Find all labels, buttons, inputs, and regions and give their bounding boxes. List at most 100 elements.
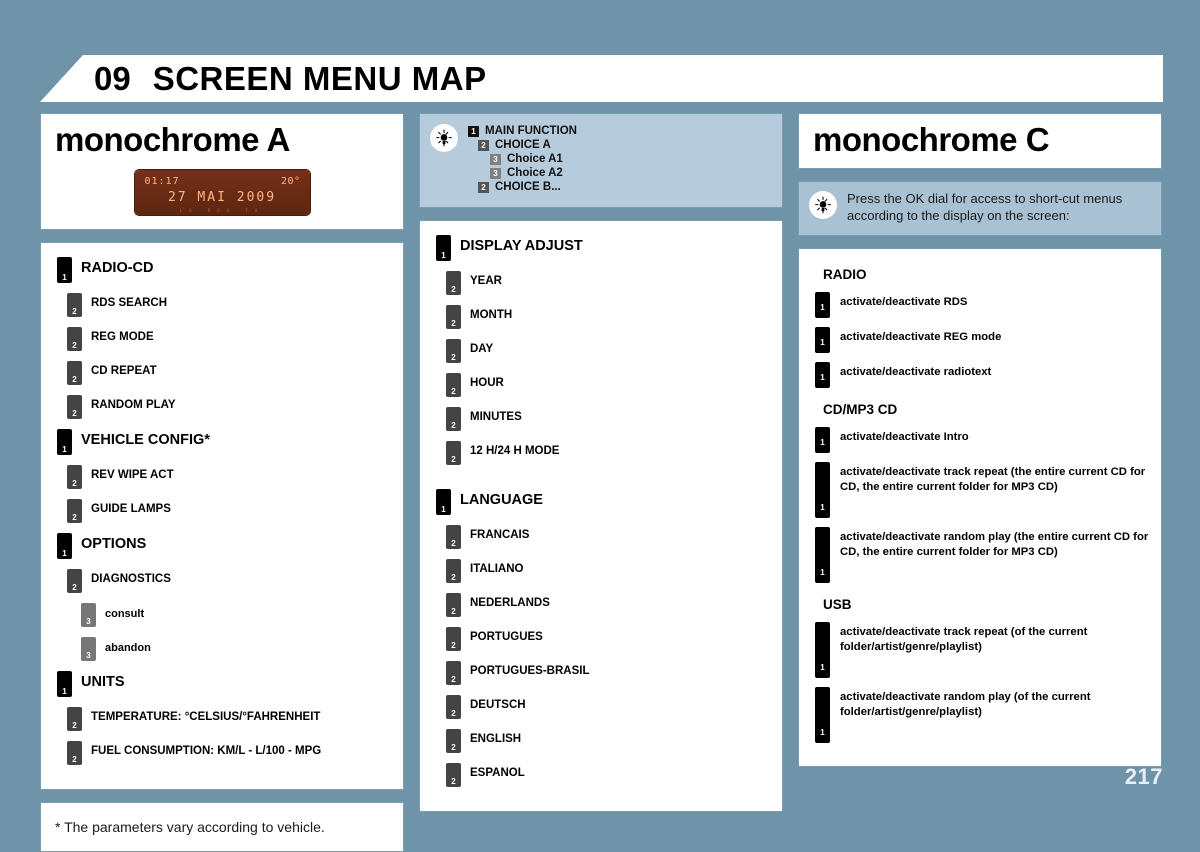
menu-level-badge: 2 — [446, 441, 461, 465]
chapter-number: 09 — [94, 59, 131, 97]
menu-level-badge: 2 — [446, 373, 461, 397]
menu-item-label: abandon — [105, 642, 151, 655]
menu-level-badge: 2 — [67, 569, 82, 594]
legend-level-badge: 2 — [478, 139, 489, 151]
menu-item-level-1[interactable]: 1 LANGUAGE — [436, 489, 770, 515]
menu-item-level-1[interactable]: 1 UNITS — [57, 671, 391, 698]
menu-level-badge: 2 — [446, 407, 461, 431]
menu-item-level-2[interactable]: 2 REV WIPE ACT — [67, 465, 391, 490]
section-heading: RADIO — [823, 266, 867, 282]
legend-item-label: CHOICE B... — [495, 181, 561, 193]
shortcut-item[interactable]: 1 activate/deactivate radiotext — [815, 361, 1149, 388]
section-heading: CD/MP3 CD — [823, 401, 898, 417]
menu-item-level-2[interactable]: 2 DAY — [446, 339, 770, 363]
menu-level-badge: 2 — [67, 327, 82, 352]
menu-item-level-2[interactable]: 2 NEDERLANDS — [446, 593, 770, 617]
legend-item: 1 MAIN FUNCTION — [468, 125, 577, 137]
menu-level-badge: 2 — [446, 763, 461, 787]
shortcut-item[interactable]: 1 activate/deactivate track repeat (of th… — [815, 621, 1149, 678]
menu-item-level-2[interactable]: 2 CD REPEAT — [67, 361, 391, 386]
menu-item-label: PORTUGUES — [470, 631, 543, 643]
menu-item-label: RANDOM PLAY — [91, 399, 176, 412]
menu-item-level-2[interactable]: 2 12 H/24 H MODE — [446, 441, 770, 465]
shortcut-item[interactable]: 1 activate/deactivate RDS — [815, 291, 1149, 318]
menu-level-badge: 2 — [446, 271, 461, 295]
menu-item-label: RDS SEARCH — [91, 297, 168, 310]
menu-item-label: YEAR — [470, 275, 502, 287]
menu-item-level-1[interactable]: 1 OPTIONS — [57, 533, 391, 560]
column-monochrome-a: monochrome A 01:17 20° 27 MAI 2009 LO RD… — [40, 113, 404, 852]
menu-level-badge: 2 — [67, 465, 82, 490]
legend-level-badge: 3 — [490, 167, 501, 179]
menu-item-level-2[interactable]: 2 RANDOM PLAY — [67, 395, 391, 420]
legend-level-badge: 2 — [478, 181, 489, 193]
shortcut-menu-list: RADIO 1 activate/deactivate RDS 1 activate/d… — [798, 247, 1162, 767]
menu-item-level-2[interactable]: 2 ITALIANO — [446, 559, 770, 583]
legend-item: 2 CHOICE A — [468, 139, 577, 151]
menu-level-badge: 2 — [67, 741, 82, 766]
menu-item-level-2[interactable]: 2 RDS SEARCH — [67, 293, 391, 318]
menu-item-level-2[interactable]: 2 ENGLISH — [446, 729, 770, 753]
shortcut-item[interactable]: 1 activate/deactivate REG mode — [815, 326, 1149, 353]
legend-item-label: Choice A2 — [507, 167, 563, 179]
monochrome-c-title: monochrome C — [813, 121, 1050, 158]
shortcut-level-badge: 1 — [815, 686, 830, 743]
shortcut-item[interactable]: 1 activate/deactivate track repeat (the e… — [815, 461, 1149, 518]
menu-item-level-2[interactable]: 2 FRANCAIS — [446, 525, 770, 549]
menu-item-level-3[interactable]: 3 consult — [81, 603, 391, 628]
menu-item-level-2[interactable]: 2 ESPANOL — [446, 763, 770, 787]
menu-item-level-2[interactable]: 2 YEAR — [446, 271, 770, 295]
menu-level-badge: 2 — [446, 627, 461, 651]
menu-item-level-1[interactable]: 1 VEHICLE CONFIG* — [57, 429, 391, 456]
lcd-status-indicators: LO RDS TA — [179, 208, 265, 214]
menu-item-label: DEUTSCH — [470, 699, 526, 711]
light-bulb-icon — [430, 124, 458, 152]
lcd-display-wrapper: 01:17 20° 27 MAI 2009 LO RDS TA — [55, 170, 389, 216]
settings-menu-tree: 1 DISPLAY ADJUST 2 YEAR 2 MONTH 2 DAY 2 HOUR 2 MINU… — [419, 220, 783, 812]
menu-item-label: GUIDE LAMPS — [91, 503, 171, 516]
shortcut-item-label: activate/deactivate RDS — [840, 295, 968, 308]
menu-level-badge: 2 — [446, 559, 461, 583]
shortcut-item[interactable]: 1 activate/deactivate random play (of the… — [815, 686, 1149, 743]
menu-item-level-2[interactable]: 2 PORTUGUES — [446, 627, 770, 651]
shortcut-level-badge: 1 — [815, 291, 830, 318]
menu-item-label: LANGUAGE — [460, 492, 543, 508]
menu-item-label: PORTUGUES-BRASIL — [470, 665, 590, 677]
monochrome-c-title-panel: monochrome C — [798, 113, 1162, 170]
menu-item-level-2[interactable]: 2 MINUTES — [446, 407, 770, 431]
shortcut-item[interactable]: 1 activate/deactivate random play (the en… — [815, 526, 1149, 583]
menu-item-level-2[interactable]: 2 MONTH — [446, 305, 770, 329]
menu-item-label: CD REPEAT — [91, 365, 157, 378]
menu-level-badge: 3 — [81, 603, 96, 628]
menu-item-level-2[interactable]: 2 PORTUGUES-BRASIL — [446, 661, 770, 685]
menu-item-level-2[interactable]: 2 GUIDE LAMPS — [67, 499, 391, 524]
menu-item-level-2[interactable]: 2 HOUR — [446, 373, 770, 397]
chapter-header-inner: 09 SCREEN MENU MAP — [40, 60, 487, 98]
shortcut-level-badge: 1 — [815, 526, 830, 583]
menu-item-label: HOUR — [470, 377, 504, 389]
menu-level-badge: 2 — [67, 395, 82, 420]
shortcut-item-label: activate/deactivate random play (the ent… — [840, 530, 1149, 558]
menu-level-badge: 1 — [57, 533, 72, 560]
shortcut-item-label: activate/deactivate REG mode — [840, 330, 1002, 343]
menu-item-level-1[interactable]: 1 RADIO-CD — [57, 257, 391, 284]
menu-item-level-2[interactable]: 2 REG MODE — [67, 327, 391, 352]
menu-level-badge: 1 — [57, 671, 72, 698]
menu-level-badge: 1 — [57, 429, 72, 456]
shortcut-item[interactable]: 1 activate/deactivate Intro — [815, 426, 1149, 453]
page-title: SCREEN MENU MAP — [152, 59, 487, 97]
legend-level-badge: 3 — [490, 153, 501, 165]
legend-item-label: Choice A1 — [507, 153, 563, 165]
menu-level-badge: 2 — [446, 695, 461, 719]
menu-item-level-2[interactable]: 2 TEMPERATURE: °CELSIUS/°FAHRENHEIT — [67, 707, 391, 732]
menu-item-level-2[interactable]: 2 FUEL CONSUMPTION: KM/L - L/100 - MPG — [67, 741, 391, 766]
menu-item-level-1[interactable]: 1 DISPLAY ADJUST — [436, 235, 770, 261]
legend-lines: 1 MAIN FUNCTION 2 CHOICE A 3 Choice A1 3 Choice… — [468, 124, 577, 195]
menu-item-level-3[interactable]: 3 abandon — [81, 637, 391, 662]
menu-item-level-2[interactable]: 2 DEUTSCH — [446, 695, 770, 719]
menu-item-label: RADIO-CD — [81, 260, 154, 277]
menu-item-level-2[interactable]: 2 DIAGNOSTICS — [67, 569, 391, 594]
menu-item-label: VEHICLE CONFIG* — [81, 432, 210, 449]
menu-level-badge: 2 — [446, 729, 461, 753]
